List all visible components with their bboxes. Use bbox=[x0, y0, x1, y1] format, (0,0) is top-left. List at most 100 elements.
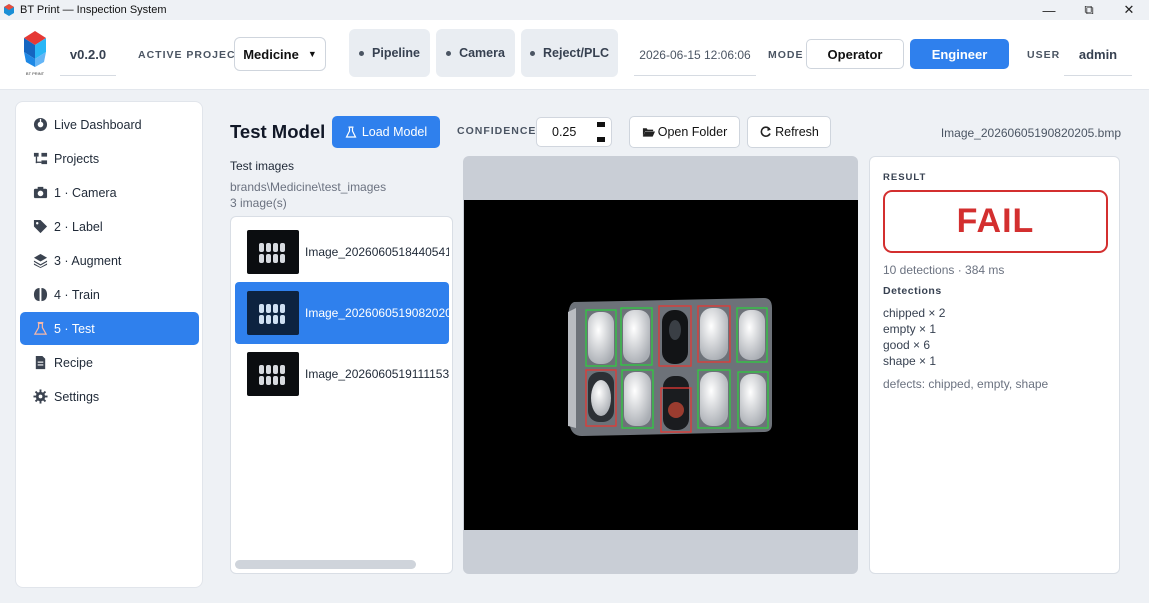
restore-button[interactable]: ⧉ bbox=[1069, 0, 1109, 20]
sidebar-item-label: 5 · Test bbox=[54, 321, 95, 336]
list-item[interactable]: Image_20260605190820205 bbox=[235, 282, 449, 344]
window-title: BT Print — Inspection System bbox=[20, 4, 167, 16]
result-panel: RESULT FAIL 10 detections · 384 ms Detec… bbox=[869, 156, 1120, 574]
document-icon bbox=[35, 355, 46, 370]
sidebar-item-label: 4 · Train bbox=[54, 287, 100, 302]
sidebar-item-label: Live Dashboard bbox=[54, 117, 142, 132]
image-thumbnail bbox=[247, 230, 299, 274]
sidebar-item-train[interactable]: 4 · Train bbox=[20, 278, 199, 311]
detection-item: shape × 1 bbox=[883, 354, 937, 368]
folder-open-icon bbox=[642, 128, 655, 137]
page-title: Test Model bbox=[230, 121, 326, 142]
flask-icon bbox=[345, 126, 357, 138]
image-file-list[interactable]: Image_20260605184405415 Image_2026060519… bbox=[230, 216, 453, 574]
mode-engineer-button[interactable]: Engineer bbox=[910, 39, 1009, 69]
dashboard-icon bbox=[33, 117, 48, 132]
current-image-filename: Image_20260605190820205.bmp bbox=[940, 126, 1121, 140]
list-item-label: Image_20260605190820205 bbox=[305, 306, 449, 320]
sidebar-item-test[interactable]: 5 · Test bbox=[20, 312, 199, 345]
minimize-button[interactable]: — bbox=[1029, 0, 1069, 20]
sidebar-item-recipe[interactable]: Recipe bbox=[20, 346, 199, 379]
load-model-label: Load Model bbox=[361, 125, 428, 139]
sidebar-item-label: Projects bbox=[54, 151, 100, 166]
verdict-badge: FAIL bbox=[883, 190, 1108, 253]
sidebar-item-label: 2 · Label bbox=[54, 219, 103, 234]
pipeline-status-label: Pipeline bbox=[372, 46, 420, 60]
app-logo-icon bbox=[4, 4, 14, 16]
confidence-stepper[interactable] bbox=[595, 121, 607, 143]
gear-icon bbox=[33, 389, 48, 404]
sidebar-item-live-dashboard[interactable]: Live Dashboard bbox=[20, 108, 199, 141]
image-thumbnail bbox=[247, 291, 299, 335]
blister-pack-image bbox=[568, 298, 772, 436]
layers-icon bbox=[33, 253, 48, 268]
sidebar-item-label: 3 · Augment bbox=[54, 253, 122, 268]
project-select-value: Medicine bbox=[243, 46, 299, 62]
sidebar-nav: Live Dashboard Projects 1 · Camera 2 · L… bbox=[15, 101, 203, 588]
reject-plc-status-pill[interactable]: Reject/PLC bbox=[521, 29, 618, 77]
user-label: USER bbox=[1027, 49, 1061, 61]
sidebar-item-label-step[interactable]: 2 · Label bbox=[20, 210, 199, 243]
list-item-label: Image_20260605191111530 bbox=[305, 367, 449, 381]
status-dot-icon bbox=[359, 50, 365, 56]
open-folder-label: Open Folder bbox=[657, 125, 728, 139]
sidebar-item-augment[interactable]: 3 · Augment bbox=[20, 244, 199, 277]
sidebar-item-settings[interactable]: Settings bbox=[20, 380, 199, 413]
status-dot-icon bbox=[530, 50, 535, 56]
confidence-label: CONFIDENCE bbox=[457, 125, 537, 137]
window-title-bar: BT Print — Inspection System — ⧉ ✕ bbox=[0, 0, 1149, 20]
clock-datetime: 2026-06-15 12:06:06 bbox=[634, 34, 756, 76]
list-item-label: Image_20260605184405415 bbox=[305, 245, 449, 259]
pipeline-status-pill[interactable]: Pipeline bbox=[349, 29, 430, 77]
sidebar-item-projects[interactable]: Projects bbox=[20, 142, 199, 175]
project-select[interactable]: Medicine ▼ bbox=[234, 37, 326, 71]
sidebar-item-label: Settings bbox=[54, 389, 100, 404]
refresh-label: Refresh bbox=[775, 125, 819, 139]
open-folder-button[interactable]: Open Folder bbox=[629, 116, 740, 148]
horizontal-scrollbar[interactable] bbox=[235, 560, 416, 569]
app-version: v0.2.0 bbox=[60, 34, 116, 76]
refresh-icon bbox=[760, 126, 772, 137]
inspection-image bbox=[464, 200, 858, 530]
chevron-down-icon: ▼ bbox=[307, 49, 317, 59]
camera-status-pill[interactable]: Camera bbox=[436, 29, 515, 77]
sidebar-item-label: 1 · Camera bbox=[54, 185, 117, 200]
stepper-down-icon[interactable] bbox=[597, 137, 605, 142]
status-dot-icon bbox=[446, 50, 452, 56]
image-viewer[interactable] bbox=[463, 156, 858, 574]
list-item[interactable]: Image_20260605191111530 bbox=[235, 343, 449, 405]
list-item[interactable]: Image_20260605184405415 bbox=[235, 221, 449, 283]
projects-icon bbox=[33, 152, 48, 165]
brain-icon bbox=[33, 287, 48, 302]
load-model-button[interactable]: Load Model bbox=[332, 116, 440, 148]
result-label: RESULT bbox=[883, 172, 927, 183]
confidence-spinbox[interactable]: 0.25 bbox=[536, 117, 612, 147]
detections-summary: 10 detections · 384 ms bbox=[883, 263, 1005, 277]
detection-item: empty × 1 bbox=[883, 322, 937, 336]
camera-icon bbox=[33, 186, 48, 199]
app-header: BT PRINT v0.2.0 ACTIVE PROJECT Medicine … bbox=[0, 20, 1149, 90]
detections-list: chipped × 2 empty × 1 good × 6 shape × 1 bbox=[883, 305, 945, 369]
sidebar-item-label: Recipe bbox=[54, 355, 93, 370]
camera-status-label: Camera bbox=[459, 46, 505, 60]
tag-icon bbox=[33, 219, 48, 234]
close-button[interactable]: ✕ bbox=[1109, 0, 1149, 20]
detections-heading: Detections bbox=[883, 285, 942, 297]
sidebar-item-camera[interactable]: 1 · Camera bbox=[20, 176, 199, 209]
defects-summary: defects: chipped, empty, shape bbox=[883, 377, 1049, 391]
flask-icon bbox=[33, 321, 48, 335]
mode-label: MODE bbox=[768, 49, 804, 61]
detection-item: good × 6 bbox=[883, 338, 931, 352]
brand-logo-text: BT PRINT bbox=[26, 71, 45, 76]
user-name[interactable]: admin bbox=[1064, 34, 1132, 76]
detection-item: chipped × 2 bbox=[883, 306, 946, 320]
reject-plc-status-label: Reject/PLC bbox=[543, 46, 609, 60]
mode-operator-button[interactable]: Operator bbox=[806, 39, 904, 69]
brand-logo: BT PRINT bbox=[24, 31, 46, 76]
active-project-label: ACTIVE PROJECT bbox=[138, 49, 244, 61]
stepper-up-icon[interactable] bbox=[597, 122, 605, 127]
image-thumbnail bbox=[247, 352, 299, 396]
confidence-value: 0.25 bbox=[552, 125, 577, 139]
test-images-count: 3 image(s) bbox=[230, 196, 287, 210]
refresh-button[interactable]: Refresh bbox=[747, 116, 831, 148]
